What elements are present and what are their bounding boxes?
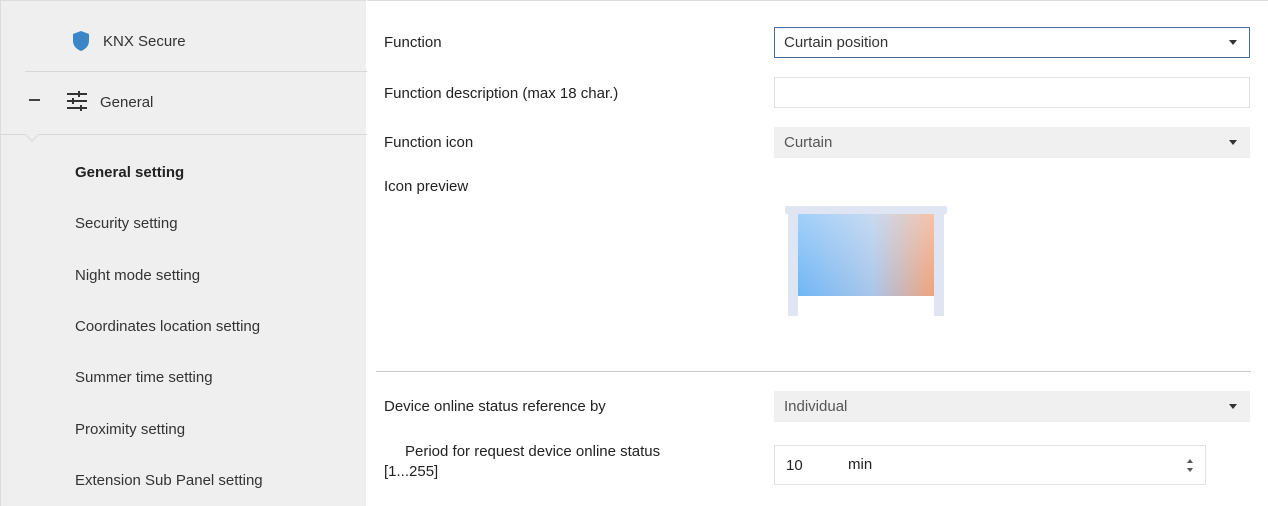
nav-list: General setting Security setting Night m… xyxy=(1,147,367,506)
selection-notch xyxy=(25,134,39,142)
icon-preview-label: Icon preview xyxy=(384,178,469,195)
function-icon-select-value: Curtain xyxy=(784,134,833,151)
settings-sliders-icon xyxy=(67,91,87,111)
sidebar-item-knx-secure[interactable]: KNX Secure xyxy=(1,11,367,67)
period-request-value: 10 xyxy=(786,456,803,474)
sidebar-item-label: General xyxy=(100,94,154,111)
period-unit: min xyxy=(848,456,873,473)
chevron-down-icon xyxy=(1229,140,1237,145)
sidebar: KNX Secure General General setting Secur… xyxy=(0,0,367,506)
shield-icon xyxy=(73,31,89,51)
sidebar-item-label: KNX Secure xyxy=(103,33,186,50)
sidebar-item-extension-sub-panel-setting[interactable]: Extension Sub Panel setting xyxy=(1,455,367,506)
function-description-label: Function description (max 18 char.) xyxy=(384,85,619,102)
main-panel: Function Curtain position Function descr… xyxy=(367,0,1268,506)
sidebar-item-security-setting[interactable]: Security setting xyxy=(1,198,367,249)
chevron-down-icon xyxy=(1229,404,1237,409)
sidebar-item-summer-time-setting[interactable]: Summer time setting xyxy=(1,352,367,403)
device-online-status-select[interactable]: Individual xyxy=(774,391,1250,422)
divider xyxy=(25,71,367,72)
sidebar-item-general[interactable]: General xyxy=(1,73,367,133)
device-online-status-value: Individual xyxy=(784,398,848,415)
sidebar-item-coordinates-location-setting[interactable]: Coordinates location setting xyxy=(1,301,367,352)
function-description-input[interactable] xyxy=(774,77,1250,108)
period-request-stepper[interactable]: 10 xyxy=(774,445,1206,485)
spin-down-icon[interactable] xyxy=(1187,468,1193,472)
sidebar-item-general-setting[interactable]: General setting xyxy=(1,147,367,198)
period-request-label: Period for request device online status xyxy=(405,443,661,460)
function-select[interactable]: Curtain position xyxy=(774,27,1250,58)
curtain-icon xyxy=(785,206,947,316)
sidebar-item-proximity-setting[interactable]: Proximity setting xyxy=(1,403,367,454)
collapse-icon[interactable] xyxy=(29,99,40,101)
period-request-range: [1...255] xyxy=(384,463,439,480)
device-online-status-label: Device online status reference by xyxy=(384,398,606,415)
function-icon-label: Function icon xyxy=(384,134,474,151)
function-label: Function xyxy=(384,34,442,51)
function-select-value: Curtain position xyxy=(784,34,889,51)
chevron-down-icon xyxy=(1229,40,1237,45)
divider xyxy=(1,134,367,135)
sidebar-item-night-mode-setting[interactable]: Night mode setting xyxy=(1,250,367,301)
function-icon-select[interactable]: Curtain xyxy=(774,127,1250,158)
section-divider xyxy=(376,371,1251,372)
spin-up-icon[interactable] xyxy=(1187,459,1193,463)
